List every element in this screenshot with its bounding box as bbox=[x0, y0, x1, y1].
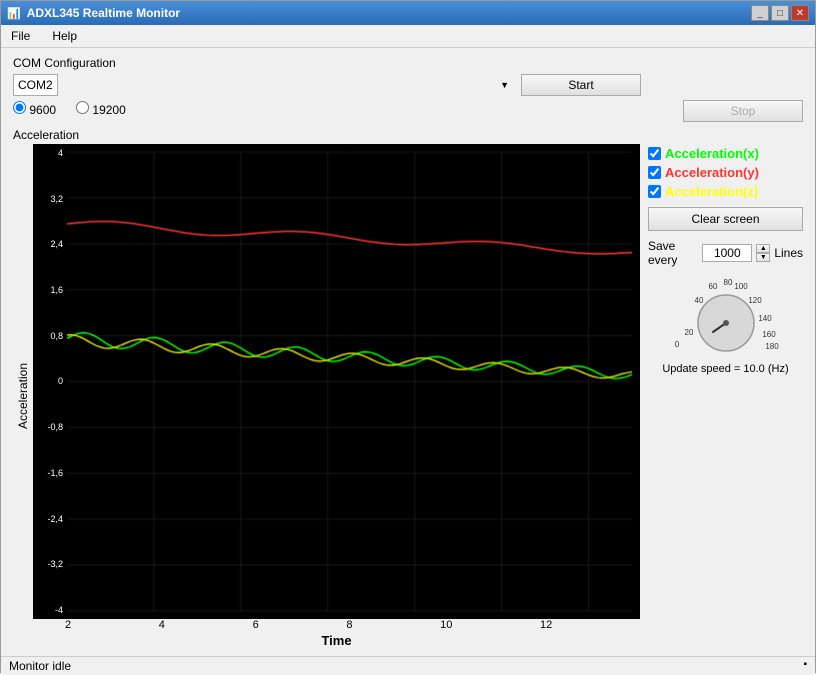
com-config-section: COM Configuration COM2 Start 9600 bbox=[13, 56, 803, 122]
save-lines-input[interactable] bbox=[702, 244, 752, 262]
svg-text:120: 120 bbox=[748, 296, 762, 305]
speed-knob[interactable]: 0 20 40 60 80 100 120 140 bbox=[671, 275, 781, 355]
status-text: Monitor idle bbox=[9, 659, 71, 673]
baud-9600-radio[interactable] bbox=[13, 101, 26, 114]
legend-checkbox-z[interactable] bbox=[648, 185, 661, 198]
svg-text:40: 40 bbox=[694, 296, 703, 305]
save-spinner-up[interactable]: ▲ bbox=[756, 244, 770, 253]
maximize-button[interactable]: □ bbox=[771, 5, 789, 21]
svg-text:20: 20 bbox=[684, 328, 693, 337]
com-select-wrapper: COM2 bbox=[13, 74, 513, 96]
start-button[interactable]: Start bbox=[521, 74, 641, 96]
chart-title: Acceleration bbox=[13, 128, 640, 142]
svg-text:0: 0 bbox=[674, 340, 679, 349]
x-axis-label: Time bbox=[33, 633, 640, 648]
legend-label-y: Acceleration(y) bbox=[665, 165, 759, 180]
content-area: COM Configuration COM2 Start 9600 bbox=[1, 48, 815, 656]
baud-9600-label[interactable]: 9600 bbox=[13, 101, 56, 117]
status-corner: ▪ bbox=[803, 659, 807, 673]
acceleration-chart bbox=[33, 144, 640, 619]
menu-bar: File Help bbox=[1, 25, 815, 48]
com-port-select[interactable]: COM2 bbox=[13, 74, 58, 96]
minimize-button[interactable]: _ bbox=[751, 5, 769, 21]
save-unit: Lines bbox=[774, 246, 803, 260]
com-row: COM2 Start bbox=[13, 74, 803, 96]
legend-item-x: Acceleration(x) bbox=[648, 146, 803, 161]
menu-file[interactable]: File bbox=[5, 27, 36, 45]
save-label: Save every bbox=[648, 239, 698, 267]
svg-text:140: 140 bbox=[758, 314, 772, 323]
legend-checkbox-y[interactable] bbox=[648, 166, 661, 179]
window-title: ADXL345 Realtime Monitor bbox=[27, 6, 180, 20]
save-spinner: ▲ ▼ bbox=[756, 244, 770, 262]
legend: Acceleration(x) Acceleration(y) Accelera… bbox=[648, 146, 803, 199]
com-config-label: COM Configuration bbox=[13, 56, 803, 70]
update-speed-label: Update speed = 10.0 (Hz) bbox=[648, 363, 803, 375]
chart-container: Acceleration Acceleration 4 3,2 2,4 1,6 … bbox=[13, 128, 640, 648]
legend-label-x: Acceleration(x) bbox=[665, 146, 759, 161]
svg-text:160: 160 bbox=[762, 330, 776, 339]
legend-label-z: Acceleration(z) bbox=[665, 184, 758, 199]
right-panel: Acceleration(x) Acceleration(y) Accelera… bbox=[648, 128, 803, 648]
baud-19200-label[interactable]: 19200 bbox=[76, 101, 126, 117]
save-spinner-down[interactable]: ▼ bbox=[756, 253, 770, 262]
baud-19200-radio[interactable] bbox=[76, 101, 89, 114]
y-axis-label: Acceleration bbox=[13, 144, 33, 648]
main-window: 📊 ADXL345 Realtime Monitor _ □ ✕ File He… bbox=[0, 0, 816, 673]
title-controls: _ □ ✕ bbox=[751, 5, 809, 21]
legend-checkbox-x[interactable] bbox=[648, 147, 661, 160]
stop-button[interactable]: Stop bbox=[683, 100, 803, 122]
svg-text:180: 180 bbox=[765, 342, 779, 351]
legend-item-y: Acceleration(y) bbox=[648, 165, 803, 180]
chart-plot: 4 3,2 2,4 1,6 0,8 0 -0,8 -1,6 -2,4 -3,2 bbox=[33, 144, 640, 619]
main-area: Acceleration Acceleration 4 3,2 2,4 1,6 … bbox=[13, 128, 803, 648]
baud-row: 9600 19200 bbox=[13, 101, 126, 121]
menu-help[interactable]: Help bbox=[46, 27, 83, 45]
chart-area: Acceleration 4 3,2 2,4 1,6 0,8 0 - bbox=[13, 144, 640, 648]
clear-screen-button[interactable]: Clear screen bbox=[648, 207, 803, 231]
knob-container: 0 20 40 60 80 100 120 140 bbox=[648, 275, 803, 355]
close-button[interactable]: ✕ bbox=[791, 5, 809, 21]
save-row: Save every ▲ ▼ Lines bbox=[648, 239, 803, 267]
title-bar-left: 📊 ADXL345 Realtime Monitor bbox=[7, 6, 180, 20]
svg-text:100: 100 bbox=[734, 282, 748, 291]
x-axis-ticks: 2 4 6 8 10 12 bbox=[33, 619, 640, 631]
svg-text:80: 80 bbox=[723, 278, 732, 287]
legend-item-z: Acceleration(z) bbox=[648, 184, 803, 199]
status-bar: Monitor idle ▪ bbox=[1, 656, 815, 675]
chart-with-xaxis: 4 3,2 2,4 1,6 0,8 0 -0,8 -1,6 -2,4 -3,2 bbox=[33, 144, 640, 648]
title-bar: 📊 ADXL345 Realtime Monitor _ □ ✕ bbox=[1, 1, 815, 25]
svg-text:60: 60 bbox=[708, 282, 717, 291]
